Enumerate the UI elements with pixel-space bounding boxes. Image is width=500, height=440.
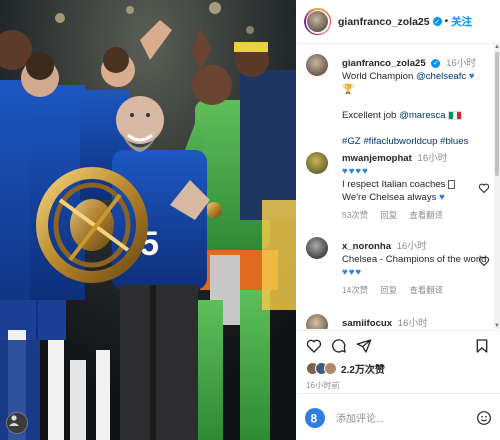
- comment-time: 16小时: [397, 318, 428, 329]
- blue-heart-icon: ♥: [468, 71, 475, 82]
- story-ring[interactable]: [304, 8, 331, 35]
- likes-summary[interactable]: 2.2万次赞: [306, 361, 385, 376]
- translate-button[interactable]: 查看翻译: [409, 285, 443, 295]
- post-header: gianfranco_zola25 ✓ • 关注: [296, 0, 500, 44]
- bookmark-icon[interactable]: [474, 338, 490, 354]
- share-icon[interactable]: [356, 338, 372, 354]
- post-side-panel: gianfranco_zola25 ✓ • 关注 gianfranco_zola…: [296, 0, 500, 440]
- comment-likes[interactable]: 53次赞: [342, 210, 368, 220]
- comment-item: samiifocux 16小时: [306, 314, 482, 329]
- hashtags[interactable]: #GZ #fifaclubworldcup #blues: [342, 136, 468, 147]
- blue-hearts-icon: ♥♥♥: [342, 267, 363, 278]
- reply-button[interactable]: 回复: [380, 210, 397, 220]
- scrollbar-thumb[interactable]: [495, 52, 499, 176]
- comment-line-1: I respect Italian coaches: [342, 179, 446, 190]
- comment-text: Chelsea - Champions of the world: [342, 254, 487, 265]
- caption-username[interactable]: gianfranco_zola25: [342, 58, 426, 69]
- commenter-avatar[interactable]: [306, 314, 328, 329]
- like-heart-icon[interactable]: [306, 338, 322, 354]
- caption-time: 16小时: [446, 58, 476, 69]
- maresca-mention-link[interactable]: @maresca: [399, 110, 446, 121]
- comment-likes[interactable]: 14次赞: [342, 285, 368, 295]
- comment-item: x_noronha 16小时 Chelsea - Champions of th…: [306, 237, 490, 299]
- caption: gianfranco_zola25 ✓ 16小时 World Champion …: [306, 54, 482, 154]
- add-comment-input[interactable]: 添加评论...: [336, 410, 476, 425]
- comment-item: mwanjemophat 16小时 ♥♥♥♥ I respect Italian…: [306, 152, 490, 227]
- caption-avatar[interactable]: [306, 54, 328, 76]
- commenter-avatar[interactable]: [306, 152, 328, 174]
- author-username[interactable]: gianfranco_zola25: [338, 16, 430, 28]
- translate-button[interactable]: 查看翻译: [409, 210, 443, 220]
- comment-line-2: We're Chelsea always: [342, 192, 437, 203]
- separator-dot: •: [444, 16, 449, 27]
- comments-feed[interactable]: gianfranco_zola25 ✓ 16小时 World Champion …: [296, 44, 500, 329]
- comment-icon[interactable]: [331, 338, 347, 354]
- caption-line-1: World Champion: [342, 71, 414, 82]
- avatar: [307, 11, 328, 32]
- follow-button[interactable]: 关注: [451, 14, 472, 29]
- post-timestamp: 16小时前: [306, 381, 340, 390]
- commenter-username[interactable]: mwanjemophat: [342, 153, 412, 164]
- feed-scrollbar[interactable]: ▲ ▼: [494, 44, 500, 329]
- likes-count[interactable]: 2.2万次赞: [341, 361, 385, 376]
- emoji-icon[interactable]: [476, 410, 492, 426]
- scroll-up-icon[interactable]: ▲: [494, 44, 500, 50]
- comment-time: 16小时: [417, 153, 448, 164]
- flag-placeholder-icon: [448, 179, 456, 189]
- like-comment-heart-icon[interactable]: [478, 182, 490, 194]
- commenter-avatar[interactable]: [306, 237, 328, 259]
- add-comment-row: 8 添加评论...: [296, 393, 500, 440]
- italy-flag-icon: [448, 110, 463, 120]
- caption-line-2: Excellent job: [342, 110, 397, 121]
- chelsea-mention-link[interactable]: @chelseafc: [416, 71, 466, 82]
- comment-time: 16小时: [396, 241, 427, 252]
- blue-heart-icon: ♥: [439, 192, 445, 203]
- reply-button[interactable]: 回复: [380, 285, 397, 295]
- svg-text:8: 8: [311, 411, 318, 425]
- trophy-icon: 🏆: [342, 84, 354, 95]
- like-comment-heart-icon[interactable]: [478, 255, 490, 267]
- liker-avatar: [324, 362, 337, 375]
- post-actions: 2.2万次赞 16小时前 8 添加评论...: [296, 330, 500, 440]
- person-icon: [9, 415, 19, 426]
- verified-badge-icon: ✓: [431, 58, 441, 68]
- celebration-image: 5: [0, 0, 296, 440]
- user-badge-icon[interactable]: [6, 412, 28, 434]
- verified-badge-icon: ✓: [432, 17, 442, 26]
- post-photo[interactable]: 5: [0, 0, 296, 440]
- commenter-username[interactable]: x_noronha: [342, 241, 391, 252]
- app-logo-icon: 8: [305, 407, 325, 428]
- scroll-down-icon[interactable]: ▼: [494, 323, 500, 329]
- blue-hearts-icon: ♥♥♥♥: [342, 166, 369, 177]
- commenter-username[interactable]: samiifocux: [342, 318, 392, 329]
